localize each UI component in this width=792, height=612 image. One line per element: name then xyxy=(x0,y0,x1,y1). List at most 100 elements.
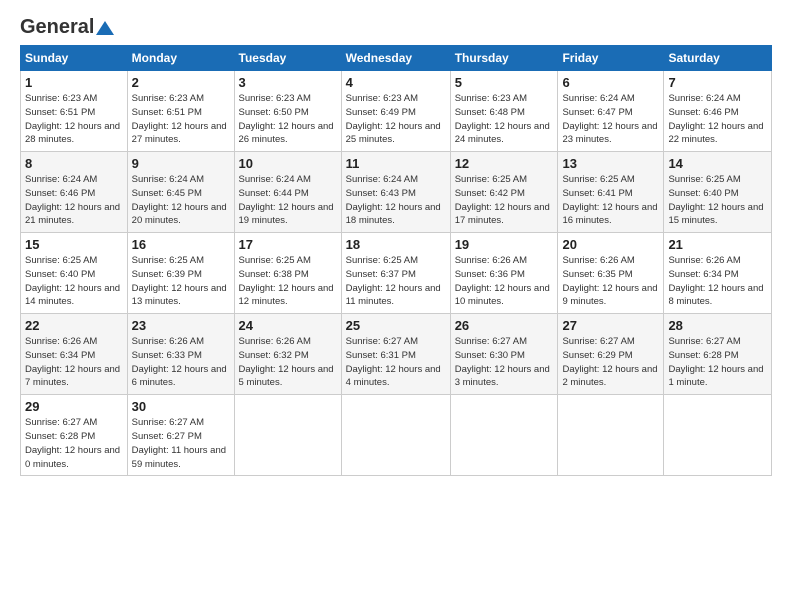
calendar-cell: 18 Sunrise: 6:25 AMSunset: 6:37 PMDayligh… xyxy=(341,233,450,314)
day-number: 13 xyxy=(562,156,659,171)
day-number: 11 xyxy=(346,156,446,171)
day-number: 26 xyxy=(455,318,554,333)
calendar-cell: 10 Sunrise: 6:24 AMSunset: 6:44 PMDayligh… xyxy=(234,152,341,233)
day-info: Sunrise: 6:25 AMSunset: 6:40 PMDaylight:… xyxy=(668,174,763,226)
day-number: 24 xyxy=(239,318,337,333)
calendar-cell: 27 Sunrise: 6:27 AMSunset: 6:29 PMDayligh… xyxy=(558,314,664,395)
calendar-cell: 19Sunrise: 6:26 AMSunset: 6:36 PMDayligh… xyxy=(450,233,558,314)
weekday-friday: Friday xyxy=(558,46,664,71)
calendar-page: General SundayMondayTuesdayWednesdayThur… xyxy=(0,0,792,612)
day-info: Sunrise: 6:26 AMSunset: 6:32 PMDaylight:… xyxy=(239,336,334,388)
day-info: Sunrise: 6:24 AMSunset: 6:46 PMDaylight:… xyxy=(668,93,763,145)
calendar-cell: 24 Sunrise: 6:26 AMSunset: 6:32 PMDayligh… xyxy=(234,314,341,395)
calendar-cell: 23Sunrise: 6:26 AMSunset: 6:33 PMDayligh… xyxy=(127,314,234,395)
week-row-3: 15 Sunrise: 6:25 AMSunset: 6:40 PMDayligh… xyxy=(21,233,772,314)
day-info: Sunrise: 6:24 AMSunset: 6:47 PMDaylight:… xyxy=(562,93,657,145)
calendar-cell: 22 Sunrise: 6:26 AMSunset: 6:34 PMDayligh… xyxy=(21,314,128,395)
day-number: 12 xyxy=(455,156,554,171)
calendar-cell: 3 Sunrise: 6:23 AMSunset: 6:50 PMDaylight… xyxy=(234,71,341,152)
week-row-1: 1 Sunrise: 6:23 AMSunset: 6:51 PMDaylight… xyxy=(21,71,772,152)
day-number: 10 xyxy=(239,156,337,171)
day-info: Sunrise: 6:25 AMSunset: 6:37 PMDaylight:… xyxy=(346,255,441,307)
logo: General xyxy=(20,16,114,35)
day-info: Sunrise: 6:27 AMSunset: 6:29 PMDaylight:… xyxy=(562,336,657,388)
day-number: 3 xyxy=(239,75,337,90)
day-number: 14 xyxy=(668,156,767,171)
calendar-cell: 13 Sunrise: 6:25 AMSunset: 6:41 PMDayligh… xyxy=(558,152,664,233)
calendar-cell: 29Sunrise: 6:27 AMSunset: 6:28 PMDayligh… xyxy=(21,395,128,476)
calendar-cell: 28 Sunrise: 6:27 AMSunset: 6:28 PMDayligh… xyxy=(664,314,772,395)
day-info: Sunrise: 6:25 AMSunset: 6:41 PMDaylight:… xyxy=(562,174,657,226)
weekday-tuesday: Tuesday xyxy=(234,46,341,71)
calendar-cell xyxy=(558,395,664,476)
calendar-cell xyxy=(341,395,450,476)
calendar-cell xyxy=(450,395,558,476)
week-row-4: 22 Sunrise: 6:26 AMSunset: 6:34 PMDayligh… xyxy=(21,314,772,395)
day-info: Sunrise: 6:26 AMSunset: 6:33 PMDaylight:… xyxy=(132,336,227,388)
day-number: 4 xyxy=(346,75,446,90)
calendar-cell: 20Sunrise: 6:26 AMSunset: 6:35 PMDayligh… xyxy=(558,233,664,314)
day-number: 8 xyxy=(25,156,123,171)
weekday-thursday: Thursday xyxy=(450,46,558,71)
day-number: 9 xyxy=(132,156,230,171)
day-info: Sunrise: 6:23 AMSunset: 6:50 PMDaylight:… xyxy=(239,93,334,145)
header: General xyxy=(20,16,772,35)
week-row-5: 29Sunrise: 6:27 AMSunset: 6:28 PMDayligh… xyxy=(21,395,772,476)
logo-general: General xyxy=(20,16,94,39)
calendar-cell xyxy=(664,395,772,476)
week-row-2: 8 Sunrise: 6:24 AMSunset: 6:46 PMDaylight… xyxy=(21,152,772,233)
day-info: Sunrise: 6:27 AMSunset: 6:28 PMDaylight:… xyxy=(668,336,763,388)
day-info: Sunrise: 6:23 AMSunset: 6:51 PMDaylight:… xyxy=(132,93,227,145)
day-number: 25 xyxy=(346,318,446,333)
day-number: 21 xyxy=(668,237,767,252)
day-number: 2 xyxy=(132,75,230,90)
calendar-cell: 21Sunrise: 6:26 AMSunset: 6:34 PMDayligh… xyxy=(664,233,772,314)
calendar-cell: 15 Sunrise: 6:25 AMSunset: 6:40 PMDayligh… xyxy=(21,233,128,314)
calendar-cell: 4 Sunrise: 6:23 AMSunset: 6:49 PMDaylight… xyxy=(341,71,450,152)
day-info: Sunrise: 6:23 AMSunset: 6:48 PMDaylight:… xyxy=(455,93,550,145)
calendar-cell: 17Sunrise: 6:25 AMSunset: 6:38 PMDayligh… xyxy=(234,233,341,314)
day-number: 27 xyxy=(562,318,659,333)
calendar-cell xyxy=(234,395,341,476)
day-info: Sunrise: 6:26 AMSunset: 6:34 PMDaylight:… xyxy=(25,336,120,388)
calendar-cell: 26Sunrise: 6:27 AMSunset: 6:30 PMDayligh… xyxy=(450,314,558,395)
weekday-header-row: SundayMondayTuesdayWednesdayThursdayFrid… xyxy=(21,46,772,71)
calendar-cell: 11Sunrise: 6:24 AMSunset: 6:43 PMDayligh… xyxy=(341,152,450,233)
day-info: Sunrise: 6:27 AMSunset: 6:31 PMDaylight:… xyxy=(346,336,441,388)
calendar-cell: 7 Sunrise: 6:24 AMSunset: 6:46 PMDaylight… xyxy=(664,71,772,152)
calendar-table: SundayMondayTuesdayWednesdayThursdayFrid… xyxy=(20,45,772,476)
weekday-sunday: Sunday xyxy=(21,46,128,71)
day-info: Sunrise: 6:27 AMSunset: 6:27 PMDaylight:… xyxy=(132,417,226,469)
day-number: 22 xyxy=(25,318,123,333)
day-number: 1 xyxy=(25,75,123,90)
calendar-cell: 9 Sunrise: 6:24 AMSunset: 6:45 PMDaylight… xyxy=(127,152,234,233)
day-info: Sunrise: 6:23 AMSunset: 6:49 PMDaylight:… xyxy=(346,93,441,145)
day-number: 28 xyxy=(668,318,767,333)
day-info: Sunrise: 6:26 AMSunset: 6:35 PMDaylight:… xyxy=(562,255,657,307)
calendar-cell: 12 Sunrise: 6:25 AMSunset: 6:42 PMDayligh… xyxy=(450,152,558,233)
weekday-saturday: Saturday xyxy=(664,46,772,71)
day-info: Sunrise: 6:24 AMSunset: 6:45 PMDaylight:… xyxy=(132,174,227,226)
day-info: Sunrise: 6:25 AMSunset: 6:40 PMDaylight:… xyxy=(25,255,120,307)
day-info: Sunrise: 6:24 AMSunset: 6:44 PMDaylight:… xyxy=(239,174,334,226)
calendar-cell: 25 Sunrise: 6:27 AMSunset: 6:31 PMDayligh… xyxy=(341,314,450,395)
day-number: 7 xyxy=(668,75,767,90)
calendar-cell: 2 Sunrise: 6:23 AMSunset: 6:51 PMDaylight… xyxy=(127,71,234,152)
day-info: Sunrise: 6:23 AMSunset: 6:51 PMDaylight:… xyxy=(25,93,120,145)
day-number: 19 xyxy=(455,237,554,252)
day-number: 17 xyxy=(239,237,337,252)
day-info: Sunrise: 6:24 AMSunset: 6:46 PMDaylight:… xyxy=(25,174,120,226)
day-info: Sunrise: 6:25 AMSunset: 6:42 PMDaylight:… xyxy=(455,174,550,226)
calendar-cell: 8 Sunrise: 6:24 AMSunset: 6:46 PMDaylight… xyxy=(21,152,128,233)
day-number: 5 xyxy=(455,75,554,90)
day-number: 30 xyxy=(132,399,230,414)
day-number: 29 xyxy=(25,399,123,414)
calendar-cell: 1 Sunrise: 6:23 AMSunset: 6:51 PMDaylight… xyxy=(21,71,128,152)
calendar-cell: 5 Sunrise: 6:23 AMSunset: 6:48 PMDaylight… xyxy=(450,71,558,152)
weekday-monday: Monday xyxy=(127,46,234,71)
day-number: 18 xyxy=(346,237,446,252)
calendar-cell: 14 Sunrise: 6:25 AMSunset: 6:40 PMDayligh… xyxy=(664,152,772,233)
day-number: 15 xyxy=(25,237,123,252)
calendar-cell: 30 Sunrise: 6:27 AMSunset: 6:27 PMDayligh… xyxy=(127,395,234,476)
weekday-wednesday: Wednesday xyxy=(341,46,450,71)
